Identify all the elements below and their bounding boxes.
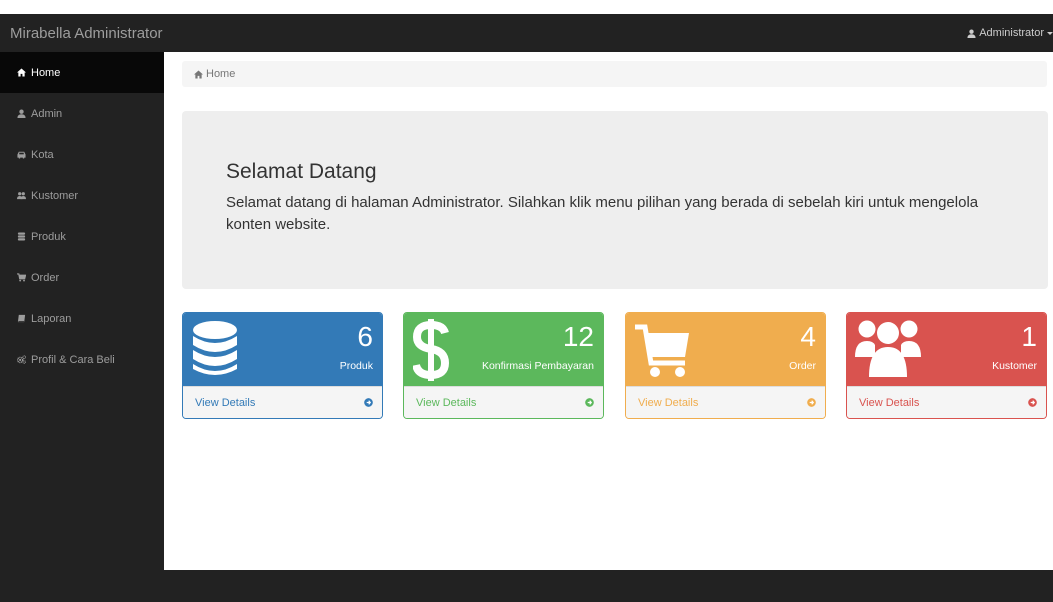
panel-order: 4 Order View Details — [625, 312, 826, 419]
view-details-link[interactable]: View Details — [404, 386, 603, 418]
footer-bar — [0, 570, 1053, 602]
view-details-label: View Details — [859, 396, 920, 409]
panel-heading: 6 Produk — [183, 313, 382, 386]
panel-heading: 4 Order — [626, 313, 825, 386]
sidebar-item-profil[interactable]: Profil & Cara Beli — [0, 339, 164, 380]
breadcrumb-home[interactable]: Home — [206, 68, 235, 80]
home-icon — [194, 69, 203, 79]
panel-kustomer: 1 Kustomer View Details — [846, 312, 1047, 419]
user-icon — [967, 29, 976, 38]
sidebar-item-laporan[interactable]: Laporan — [0, 298, 164, 339]
panel-count: 1 — [1021, 321, 1037, 352]
home-icon — [17, 68, 26, 77]
user-menu[interactable]: Administrator — [967, 27, 1053, 39]
arrow-circle-right-icon — [585, 398, 594, 407]
arrow-circle-right-icon — [1028, 398, 1037, 407]
sidebar-item-order[interactable]: Order — [0, 257, 164, 298]
welcome-text: Selamat datang di halaman Administrator.… — [226, 194, 979, 233]
database-icon — [193, 321, 237, 375]
sidebar-item-admin[interactable]: Admin — [0, 93, 164, 134]
panel-count: 12 — [562, 321, 594, 352]
panel-heading: 1 Kustomer — [847, 313, 1046, 386]
cart-icon — [17, 273, 26, 282]
panel-label: Order — [789, 360, 816, 372]
main-content: Home Selamat Datang Selamat datang di ha… — [164, 52, 1053, 570]
panel-count: 4 — [800, 321, 816, 352]
dollar-icon — [413, 319, 449, 381]
car-icon — [17, 151, 26, 159]
gears-icon — [17, 355, 26, 364]
sidebar-item-label: Laporan — [31, 312, 72, 325]
panel-label: Konfirmasi Pembayaran — [481, 360, 594, 372]
book-icon — [17, 314, 26, 323]
brand-title[interactable]: Mirabella Administrator — [0, 25, 163, 42]
top-navbar: Mirabella Administrator Administrator — [0, 14, 1053, 52]
panel-produk: 6 Produk View Details — [182, 312, 383, 419]
panel-heading: 12 Konfirmasi Pembayaran — [404, 313, 603, 386]
panel-label: Produk — [339, 360, 373, 372]
sidebar: Home Admin Kota Kustomer Produk Order La… — [0, 52, 164, 570]
arrow-circle-right-icon — [364, 398, 373, 407]
sidebar-item-label: Produk — [31, 230, 66, 243]
view-details-label: View Details — [416, 396, 477, 409]
sidebar-item-label: Home — [31, 66, 61, 79]
database-icon — [17, 232, 26, 241]
sidebar-item-label: Kustomer — [31, 189, 79, 202]
sidebar-item-kota[interactable]: Kota — [0, 134, 164, 175]
breadcrumb: Home — [182, 61, 1047, 87]
view-details-label: View Details — [638, 396, 699, 409]
view-details-link[interactable]: View Details — [183, 386, 382, 418]
sidebar-item-kustomer[interactable]: Kustomer — [0, 175, 164, 216]
cart-icon — [635, 324, 689, 377]
users-icon — [855, 320, 921, 377]
sidebar-item-label: Admin — [31, 107, 63, 120]
caret-down-icon — [1047, 31, 1053, 35]
sidebar-item-home[interactable]: Home — [0, 52, 164, 93]
sidebar-item-label: Profil & Cara Beli — [31, 353, 115, 366]
panel-label: Kustomer — [992, 360, 1037, 372]
view-details-link[interactable]: View Details — [626, 386, 825, 418]
sidebar-item-produk[interactable]: Produk — [0, 216, 164, 257]
users-icon — [17, 192, 26, 200]
sidebar-item-label: Order — [31, 271, 60, 284]
welcome-title: Selamat Datang — [226, 160, 377, 183]
user-menu-label: Administrator — [979, 27, 1044, 39]
view-details-link[interactable]: View Details — [847, 386, 1046, 418]
arrow-circle-right-icon — [807, 398, 816, 407]
welcome-jumbotron: Selamat Datang Selamat datang di halaman… — [182, 111, 1048, 289]
panel-count: 6 — [357, 321, 373, 352]
panel-konfirmasi-pembayaran: 12 Konfirmasi Pembayaran View Details — [403, 312, 604, 419]
sidebar-item-label: Kota — [31, 148, 54, 161]
view-details-label: View Details — [195, 396, 256, 409]
user-icon — [17, 109, 26, 118]
top-strip — [0, 0, 1053, 14]
